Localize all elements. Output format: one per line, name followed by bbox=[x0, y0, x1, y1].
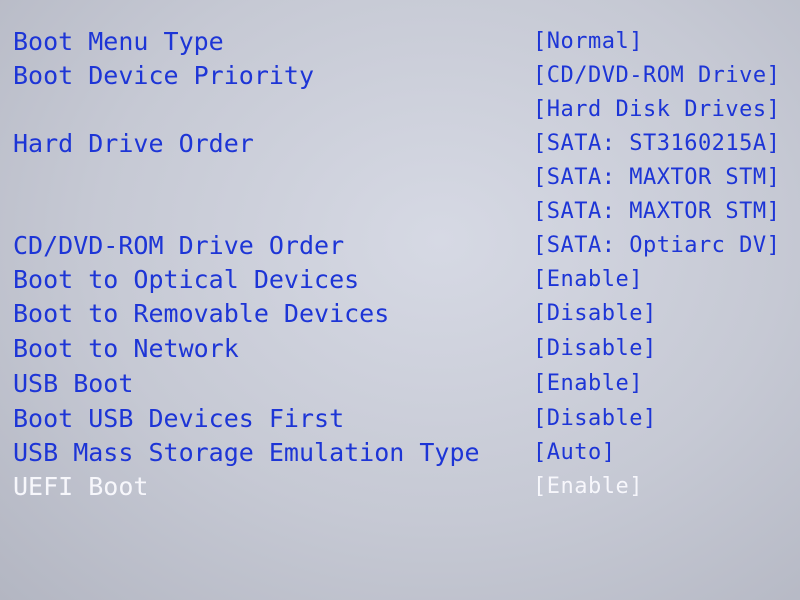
setting-value[interactable]: [Enable] bbox=[533, 367, 643, 401]
setting-boot-device-priority[interactable]: Boot Device Priority [CD/DVD-ROM Drive] bbox=[0, 59, 800, 93]
setting-label: Boot to Optical Devices bbox=[13, 265, 360, 294]
bios-boot-settings-screen: Boot Menu Type [Normal] Boot Device Prio… bbox=[0, 0, 800, 600]
setting-value[interactable]: [Normal] bbox=[533, 25, 643, 59]
setting-boot-to-optical-devices[interactable]: Boot to Optical Devices [Enable] bbox=[0, 263, 800, 297]
setting-label: Hard Drive Order bbox=[13, 129, 254, 158]
setting-value[interactable]: [Disable] bbox=[533, 402, 657, 436]
setting-value[interactable]: [SATA: ST3160215A] bbox=[533, 127, 780, 161]
setting-value[interactable]: [SATA: Optiarc DV] bbox=[533, 229, 780, 263]
setting-cd-dvd-rom-drive-order[interactable]: CD/DVD-ROM Drive Order [SATA: Optiarc DV… bbox=[0, 229, 800, 263]
setting-label: Boot to Removable Devices bbox=[13, 299, 390, 328]
setting-hard-drive-order-3[interactable]: [SATA: MAXTOR STM] bbox=[0, 195, 800, 229]
setting-boot-device-priority-2[interactable]: [Hard Disk Drives] bbox=[0, 93, 800, 127]
setting-label: Boot to Network bbox=[13, 334, 239, 363]
setting-uefi-boot[interactable]: UEFI Boot [Enable] bbox=[0, 470, 800, 504]
setting-label: USB Mass Storage Emulation Type bbox=[13, 438, 480, 467]
setting-value[interactable]: [Enable] bbox=[533, 470, 643, 504]
setting-value[interactable]: [Disable] bbox=[533, 332, 657, 366]
setting-boot-to-network[interactable]: Boot to Network [Disable] bbox=[0, 332, 800, 366]
setting-hard-drive-order[interactable]: Hard Drive Order [SATA: ST3160215A] bbox=[0, 127, 800, 161]
setting-value[interactable]: [Auto] bbox=[533, 436, 615, 470]
setting-value[interactable]: [Hard Disk Drives] bbox=[533, 93, 780, 127]
setting-value[interactable]: [CD/DVD-ROM Drive] bbox=[533, 59, 780, 93]
setting-value[interactable]: [Disable] bbox=[533, 297, 657, 331]
setting-label: Boot Menu Type bbox=[13, 27, 224, 56]
setting-label: UEFI Boot bbox=[13, 472, 149, 501]
setting-boot-menu-type[interactable]: Boot Menu Type [Normal] bbox=[0, 25, 800, 59]
setting-label: USB Boot bbox=[13, 369, 134, 398]
setting-value[interactable]: [Enable] bbox=[533, 263, 643, 297]
setting-value[interactable]: [SATA: MAXTOR STM] bbox=[533, 161, 780, 195]
setting-boot-to-removable-devices[interactable]: Boot to Removable Devices [Disable] bbox=[0, 297, 800, 331]
setting-value[interactable]: [SATA: MAXTOR STM] bbox=[533, 195, 780, 229]
setting-usb-boot[interactable]: USB Boot [Enable] bbox=[0, 367, 800, 401]
setting-boot-usb-devices-first[interactable]: Boot USB Devices First [Disable] bbox=[0, 402, 800, 436]
setting-label: Boot Device Priority bbox=[13, 61, 315, 90]
setting-label: CD/DVD-ROM Drive Order bbox=[13, 231, 345, 260]
setting-hard-drive-order-2[interactable]: [SATA: MAXTOR STM] bbox=[0, 161, 800, 195]
setting-label: Boot USB Devices First bbox=[13, 404, 345, 433]
setting-usb-mass-storage-emulation-type[interactable]: USB Mass Storage Emulation Type [Auto] bbox=[0, 436, 800, 470]
